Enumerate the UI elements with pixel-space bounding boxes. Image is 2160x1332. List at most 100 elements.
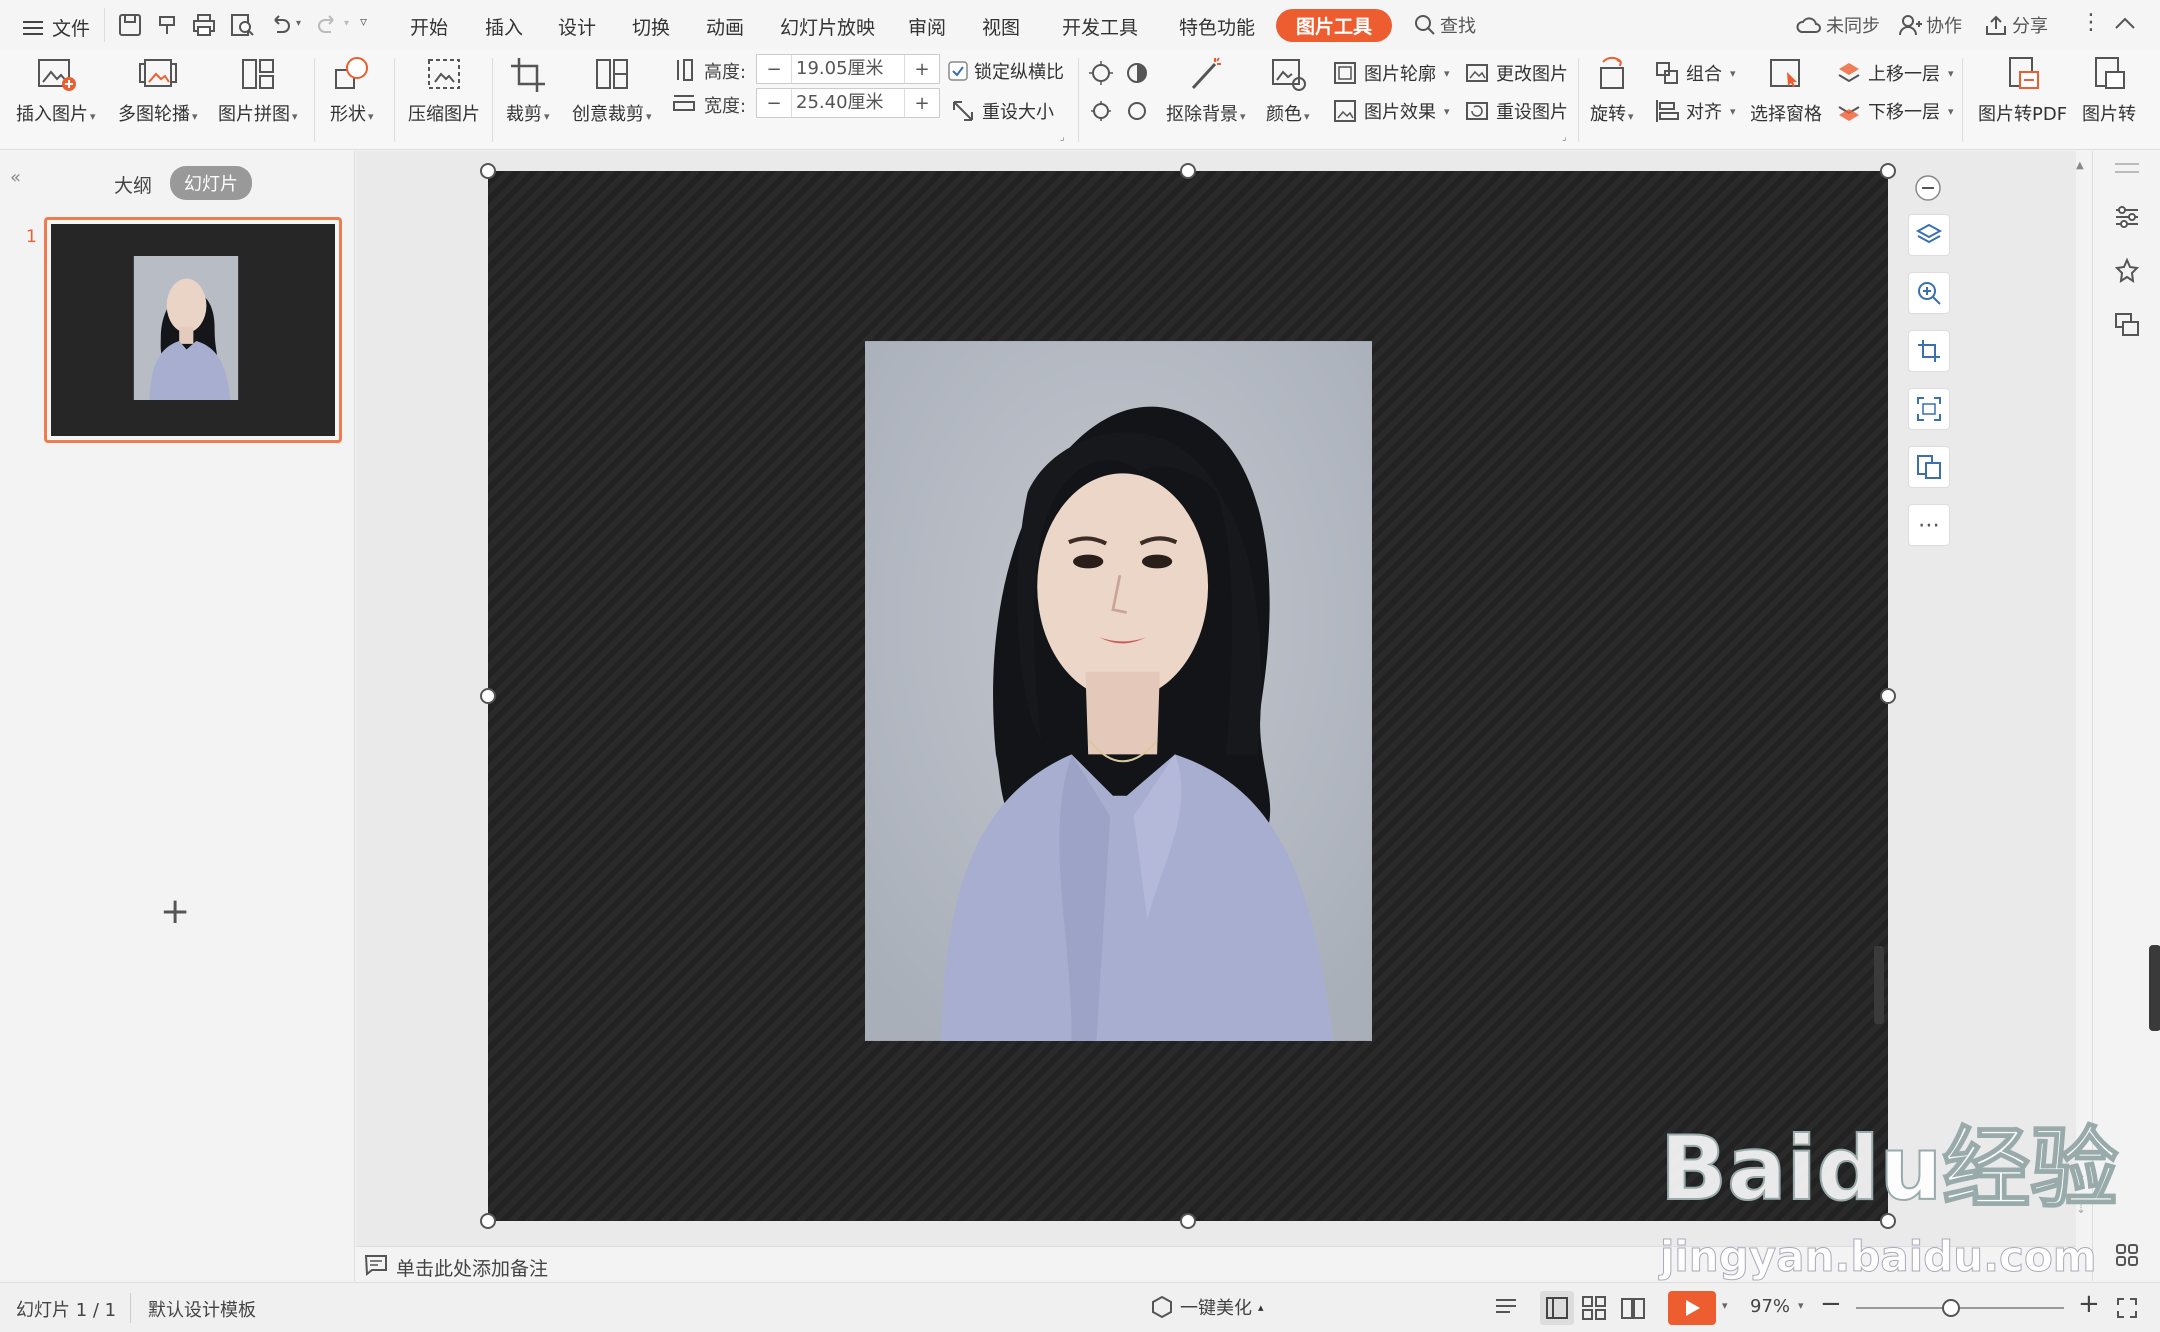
undo-dropdown-icon[interactable]: ▾ <box>296 18 301 29</box>
reset-size-button[interactable]: 重设大小 <box>950 98 1054 124</box>
tab-picture-tools[interactable]: 图片工具 <box>1276 9 1393 42</box>
share-button[interactable]: 分享 <box>1984 12 2048 38</box>
vertical-scrollbar[interactable]: ▲ ▼ ⇡ ⇣ <box>2072 160 2092 1240</box>
slide-switch-icon[interactable] <box>2113 311 2141 339</box>
tab-outline[interactable]: 大纲 <box>114 171 152 198</box>
properties-icon[interactable] <box>2113 203 2141 231</box>
format-painter-icon[interactable] <box>155 12 181 38</box>
zoom-slider-thumb[interactable] <box>1942 1299 1960 1317</box>
brightness-up-icon[interactable] <box>1088 60 1114 86</box>
multi-carousel-button[interactable]: 多图轮播 ▾ <box>118 54 198 126</box>
tab-home[interactable]: 开始 <box>410 13 448 40</box>
change-picture-button[interactable]: 更改图片 <box>1464 60 1568 86</box>
remove-background-button[interactable]: 抠除背景 ▾ <box>1166 54 1246 126</box>
notes-toggle-icon[interactable] <box>1494 1296 1522 1320</box>
height-decrement[interactable]: − <box>757 59 791 80</box>
picture-outline-button[interactable]: 图片轮廓 ▾ <box>1332 60 1450 86</box>
resize-handle-top-right[interactable] <box>1880 163 1896 179</box>
zoom-in-icon[interactable]: + <box>2078 1289 2100 1319</box>
height-increment[interactable]: + <box>905 59 939 80</box>
height-field[interactable]: − 19.05厘米 + <box>756 54 940 84</box>
tab-view[interactable]: 视图 <box>982 13 1020 40</box>
play-slideshow-button[interactable] <box>1668 1291 1716 1325</box>
lock-aspect-checkbox[interactable]: 锁定纵横比 <box>948 58 1064 84</box>
contrast-up-icon[interactable] <box>1124 60 1150 86</box>
collab-button[interactable]: 协作 <box>1898 12 1962 38</box>
portrait-photo[interactable] <box>865 341 1372 1041</box>
collapse-ribbon-icon[interactable] <box>2114 14 2136 34</box>
tab-developer[interactable]: 开发工具 <box>1062 13 1138 40</box>
tab-transition[interactable]: 切换 <box>632 13 670 40</box>
shape-button[interactable]: 形状 ▾ <box>330 54 374 126</box>
size-dialog-launcher-icon[interactable]: ⌟ <box>1060 132 1065 143</box>
normal-view-button[interactable] <box>1540 1291 1574 1325</box>
reading-view-icon[interactable] <box>1620 1296 1646 1320</box>
picture-collage-button[interactable]: 图片拼图 ▾ <box>218 54 298 126</box>
zoom-slider-track[interactable] <box>1856 1307 2064 1309</box>
tab-special[interactable]: 特色功能 <box>1179 13 1255 40</box>
zoom-dropdown-icon[interactable]: ▾ <box>1798 1299 1804 1312</box>
beautify-button[interactable]: 一键美化 ▴ <box>1150 1294 1264 1320</box>
rotate-button[interactable]: 旋转 ▾ <box>1590 54 1634 126</box>
bring-forward-button[interactable]: 上移一层 ▾ <box>1836 60 1954 86</box>
collapse-panel-icon[interactable]: « <box>10 167 21 188</box>
template-name[interactable]: 默认设计模板 <box>148 1296 256 1322</box>
redo-dropdown-icon[interactable]: ▾ <box>344 18 349 29</box>
resize-handle-right[interactable] <box>1880 688 1896 704</box>
zoom-level[interactable]: 97% <box>1750 1296 1790 1317</box>
creative-crop-button[interactable]: 创意裁剪 ▾ <box>572 54 652 126</box>
resize-handle-top[interactable] <box>1180 163 1196 179</box>
picture-convert-button[interactable]: 图片转 <box>2082 54 2136 126</box>
tab-slides[interactable]: 幻灯片 <box>170 166 252 200</box>
send-backward-button[interactable]: 下移一层 ▾ <box>1836 98 1954 124</box>
group-button[interactable]: 组合 ▾ <box>1654 60 1736 86</box>
picture-ocr-float-button[interactable] <box>1908 388 1950 430</box>
tab-slideshow[interactable]: 幻灯片放映 <box>780 13 875 40</box>
crop-button[interactable]: 裁剪 ▾ <box>506 54 550 126</box>
width-increment[interactable]: + <box>905 93 939 114</box>
contrast-down-icon[interactable] <box>1124 98 1150 124</box>
tab-animation[interactable]: 动画 <box>706 13 744 40</box>
picture-dialog-launcher-icon[interactable]: ⌟ <box>1562 132 1567 143</box>
customize-qa-icon[interactable]: ▿ <box>360 14 367 30</box>
insert-picture-button[interactable]: 插入图片 ▾ <box>16 54 96 126</box>
resize-handle-left[interactable] <box>480 688 496 704</box>
file-menu[interactable]: 文件 <box>22 14 90 41</box>
compress-picture-button[interactable]: 压缩图片 <box>408 54 480 126</box>
scroll-up-icon[interactable]: ▲ <box>2076 160 2084 171</box>
selection-pane-button[interactable]: 选择窗格 <box>1750 54 1822 126</box>
resize-handle-top-left[interactable] <box>480 163 496 179</box>
picture-convert-float-button[interactable] <box>1908 446 1950 488</box>
play-dropdown-icon[interactable]: ▾ <box>1722 1299 1728 1312</box>
add-slide-icon[interactable]: + <box>160 891 190 932</box>
undo-icon[interactable] <box>267 12 293 38</box>
grid-view-icon[interactable] <box>2115 1243 2139 1267</box>
width-field[interactable]: − 25.40厘米 + <box>756 88 940 118</box>
sorter-view-icon[interactable] <box>1582 1296 1606 1320</box>
more-options-icon[interactable]: ⋮ <box>2080 10 2102 35</box>
fit-window-icon[interactable] <box>2116 1297 2138 1319</box>
height-value[interactable]: 19.05厘米 <box>791 55 905 83</box>
align-button[interactable]: 对齐 ▾ <box>1654 98 1736 124</box>
animation-pane-icon[interactable] <box>2113 257 2141 285</box>
slide-thumbnail[interactable] <box>44 217 342 443</box>
brightness-down-icon[interactable] <box>1088 98 1114 124</box>
sync-status[interactable]: 未同步 <box>1796 12 1880 38</box>
resize-handle-bottom[interactable] <box>1180 1213 1196 1229</box>
save-icon[interactable] <box>117 12 143 38</box>
picture-to-pdf-button[interactable]: 图片转PDF <box>1978 54 2067 126</box>
more-float-button[interactable]: ⋯ <box>1908 504 1950 546</box>
redo-icon[interactable] <box>315 12 341 38</box>
crop-float-button[interactable] <box>1908 330 1950 372</box>
width-decrement[interactable]: − <box>757 93 791 114</box>
zoom-float-button[interactable] <box>1908 272 1950 314</box>
tab-insert[interactable]: 插入 <box>485 13 523 40</box>
picture-effect-button[interactable]: 图片效果 ▾ <box>1332 98 1450 124</box>
layers-float-button[interactable] <box>1908 214 1950 256</box>
color-button[interactable]: 颜色 ▾ <box>1266 54 1310 126</box>
search-box[interactable]: 查找 <box>1414 12 1476 38</box>
reset-picture-button[interactable]: 重设图片 <box>1464 98 1568 124</box>
print-icon[interactable] <box>191 12 217 38</box>
zoom-out-icon[interactable]: − <box>1820 1289 1842 1319</box>
resize-handle-bottom-left[interactable] <box>480 1213 496 1229</box>
